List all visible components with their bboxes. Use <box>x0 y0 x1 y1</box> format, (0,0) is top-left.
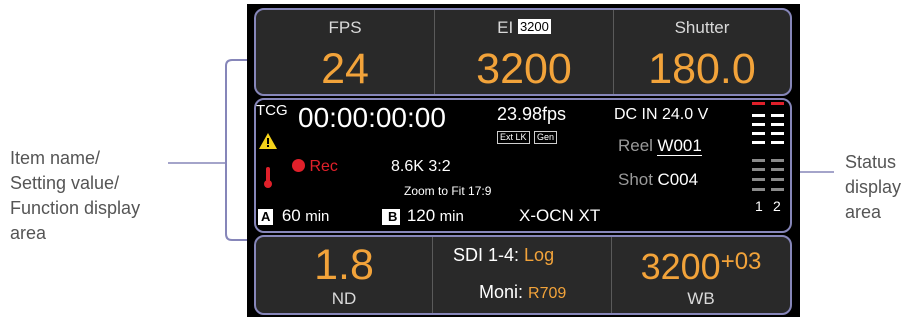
meter-seg <box>752 132 765 135</box>
slot-b-unit: min <box>439 208 464 225</box>
status-display-area: TCG 00:00:00:00 23.98fps Ext LK Gen DC I… <box>254 98 792 233</box>
meter-seg <box>771 141 784 144</box>
meter-seg <box>752 114 765 117</box>
slot-a-time: 60 <box>281 206 301 225</box>
callout-line: Item name/ <box>10 148 101 168</box>
meter-seg <box>752 141 765 144</box>
slot-b-icon: B <box>382 209 401 225</box>
right-callout-label: Status display area <box>845 150 920 225</box>
sdi-row: SDI 1-4: Log <box>453 245 554 266</box>
codec: X-OCN XT <box>519 206 601 225</box>
bottom-settings-panel: 1.8 ND SDI 1-4: Log Moni: R709 3200+03 W… <box>254 235 792 315</box>
moni-label: Moni: <box>479 282 524 302</box>
meter-peak <box>752 102 765 105</box>
left-callout-label: Item name/ Setting value/ Function displ… <box>10 146 185 246</box>
callout-line: Setting value/ <box>10 173 120 193</box>
ei-label-row: EI 3200 <box>435 18 613 38</box>
shot-value: C004 <box>657 170 699 189</box>
meter-seg <box>771 168 784 171</box>
wb-cell[interactable]: 3200+03 WB <box>612 237 790 313</box>
meter-seg <box>752 123 765 126</box>
meter-seg <box>771 132 784 135</box>
audio-meter: 1 2 <box>750 102 790 214</box>
callout-line: display <box>845 177 902 197</box>
callout-line: area <box>10 223 47 243</box>
rec-indicator: Rec <box>292 158 338 176</box>
shot-label: Shot <box>618 170 653 189</box>
fps-cell[interactable]: FPS 24 <box>256 10 434 94</box>
slot-a-status: A 60 min <box>258 206 329 226</box>
moni-row: Moni: R709 <box>479 282 566 303</box>
fps-label: FPS <box>328 18 362 37</box>
rec-dot-icon <box>292 159 305 172</box>
meter-channel-2: 2 <box>773 198 781 214</box>
nd-cell[interactable]: 1.8 ND <box>256 237 432 313</box>
meter-seg <box>752 178 765 181</box>
callout-line: Status <box>845 152 897 172</box>
meter-seg <box>771 159 784 162</box>
output-cell[interactable]: SDI 1-4: Log Moni: R709 <box>433 237 611 313</box>
callout-line: area <box>845 202 882 222</box>
meter-seg <box>771 178 784 181</box>
meter-peak <box>771 102 784 105</box>
nd-value: 1.8 <box>314 241 374 289</box>
top-settings-panel: FPS 24 EI 3200 3200 Shutter 180.0 <box>254 8 792 96</box>
slot-b-time: 120 <box>406 206 436 225</box>
dc-in-voltage: DC IN 24.0 V <box>614 106 709 123</box>
callout-line: Function display <box>10 198 141 218</box>
meter-seg <box>752 188 765 191</box>
ei-cell[interactable]: EI 3200 3200 <box>435 10 613 94</box>
reel-row: Reel W001 <box>618 136 702 156</box>
shutter-label: Shutter <box>674 18 730 37</box>
sdi-value: Log <box>524 245 555 265</box>
ei-badge: 3200 <box>517 19 551 34</box>
meter-seg <box>771 123 784 126</box>
meter-seg <box>771 188 784 191</box>
reel-label: Reel <box>618 136 653 155</box>
reel-value: W001 <box>657 136 702 156</box>
timecode: 00:00:00:00 <box>298 102 446 133</box>
ext-lk-badge: Ext LK <box>497 131 530 144</box>
lock-badges: Ext LK Gen <box>497 127 557 145</box>
shutter-value: 180.0 <box>648 45 756 93</box>
slot-a-icon: A <box>258 209 274 225</box>
slot-a-unit: min <box>305 208 330 225</box>
rec-label: Rec <box>309 158 338 175</box>
ei-label: EI <box>497 18 514 37</box>
fps-value: 24 <box>321 45 369 93</box>
meter-seg <box>752 168 765 171</box>
ei-value: 3200 <box>476 45 572 93</box>
slot-b-status: B 120 min <box>382 206 464 226</box>
wb-label: WB <box>687 289 715 308</box>
wb-value: 3200 <box>640 246 721 287</box>
meter-seg <box>771 114 784 117</box>
zoom-mode: Zoom to Fit 17:9 <box>404 184 492 198</box>
shutter-cell[interactable]: Shutter 180.0 <box>614 10 790 94</box>
tcg-label: TCG <box>256 102 288 119</box>
recording-resolution: 8.6K 3:2 <box>391 158 451 175</box>
wb-offset: +03 <box>720 248 762 275</box>
shot-row: Shot C004 <box>618 170 698 190</box>
warning-icon <box>259 133 277 149</box>
left-bracket <box>168 59 252 241</box>
gen-badge: Gen <box>533 131 557 144</box>
meter-channel-1: 1 <box>755 198 763 214</box>
nd-label: ND <box>331 289 357 308</box>
sdi-label: SDI 1-4: <box>453 245 520 265</box>
meter-seg <box>752 159 765 162</box>
wb-value-row: 3200+03 <box>612 249 790 285</box>
moni-value: R709 <box>528 285 567 302</box>
frame-rate: 23.98fps <box>497 104 567 124</box>
temperature-icon <box>264 167 272 188</box>
